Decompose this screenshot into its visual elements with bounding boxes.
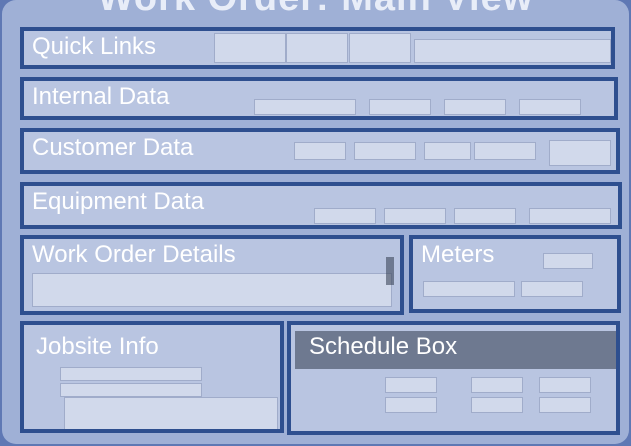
customer-data-label: Customer Data: [32, 134, 194, 161]
form-ghost: [214, 33, 286, 63]
form-ghost: [529, 208, 611, 224]
form-ghost: [543, 253, 593, 269]
form-ghost: [414, 39, 611, 63]
work-order-details-panel: Work Order Details: [20, 235, 404, 315]
form-ghost: [471, 397, 523, 413]
form-ghost: [444, 99, 506, 115]
equipment-data-label: Equipment Data: [32, 188, 205, 215]
internal-data-panel: Internal Data: [20, 77, 618, 120]
work-order-details-label: Work Order Details: [32, 241, 236, 268]
form-ghost: [549, 140, 611, 166]
schedule-box-panel: Schedule Box: [287, 321, 620, 435]
form-ghost: [385, 397, 437, 413]
meters-label: Meters: [421, 241, 495, 268]
quick-links-label: Quick Links: [32, 33, 157, 60]
form-ghost: [539, 377, 591, 393]
form-ghost: [60, 383, 202, 397]
schedule-box-label: Schedule Box: [309, 333, 458, 360]
internal-data-label: Internal Data: [32, 83, 170, 110]
form-ghost: [60, 367, 202, 381]
form-ghost: [424, 142, 471, 160]
form-ghost: [423, 281, 515, 297]
form-ghost: [454, 208, 516, 224]
form-ghost: [521, 281, 583, 297]
form-ghost: [369, 99, 431, 115]
equipment-data-panel: Equipment Data: [20, 182, 622, 229]
form-ghost: [519, 99, 581, 115]
form-ghost: [384, 208, 446, 224]
jobsite-info-label: Jobsite Info: [36, 333, 159, 360]
form-ghost: [286, 33, 348, 63]
form-ghost: [386, 257, 394, 285]
form-ghost: [349, 33, 411, 63]
form-ghost: [539, 397, 591, 413]
form-ghost: [474, 142, 536, 160]
form-ghost: [64, 397, 278, 429]
form-ghost: [32, 273, 392, 307]
form-ghost: [254, 99, 356, 115]
jobsite-info-panel: Jobsite Info: [20, 321, 284, 433]
customer-data-panel: Customer Data: [20, 128, 620, 174]
quick-links-panel: Quick Links: [20, 27, 615, 69]
form-ghost: [294, 142, 346, 160]
form-ghost: [354, 142, 416, 160]
form-ghost: [314, 208, 376, 224]
form-ghost: [385, 377, 437, 393]
form-ghost: [471, 377, 523, 393]
diagram-title: Work Order: Main View: [0, 0, 631, 20]
meters-panel: Meters: [409, 235, 621, 313]
